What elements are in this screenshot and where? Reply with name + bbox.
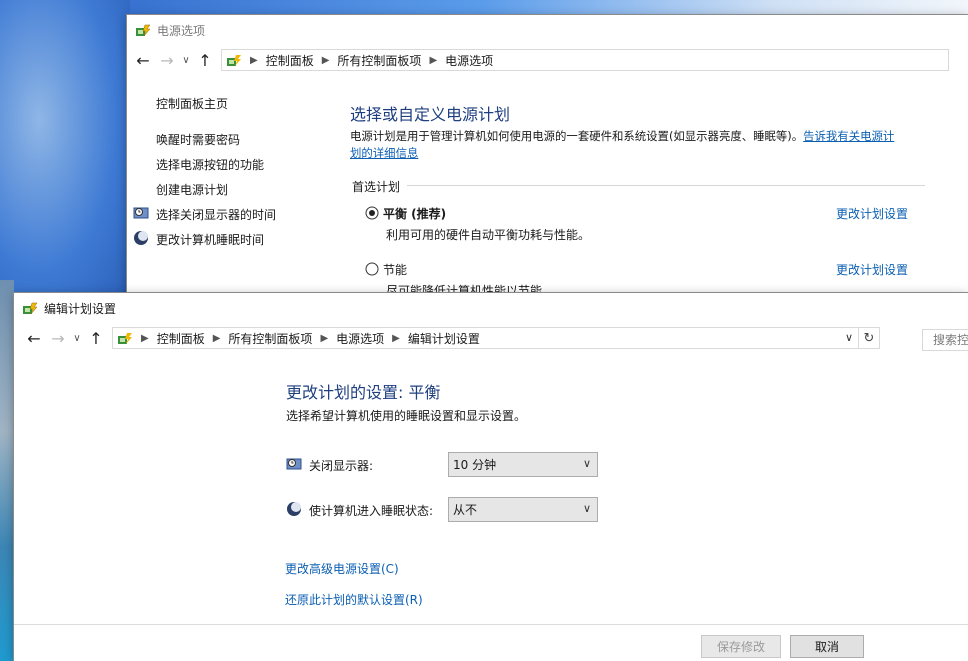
back-arrow-icon[interactable]: ← [22, 326, 46, 350]
breadcrumb-all-items[interactable]: 所有控制面板项 [337, 52, 421, 69]
breadcrumb-power-options[interactable]: 电源选项 [445, 52, 493, 69]
learn-more-link-part2[interactable]: 划的详细信息 [350, 146, 418, 160]
breadcrumb-chevron-icon: ▶ [429, 54, 438, 66]
display-settings-icon [286, 458, 302, 470]
group-title: 首选计划 [352, 180, 401, 194]
title-bar: 编辑计划设置 [14, 293, 968, 323]
power-options-icon [136, 24, 151, 37]
chevron-down-icon: ∨ [582, 502, 591, 515]
window-title: 电源选项 [157, 23, 206, 38]
sidebar-home-link[interactable]: 控制面板主页 [156, 95, 228, 112]
breadcrumb-all-items[interactable]: 所有控制面板项 [228, 330, 312, 347]
display-off-value: 10 分钟 [453, 458, 497, 472]
radio-unselected-icon[interactable] [365, 262, 379, 276]
up-arrow-icon[interactable]: ↑ [84, 326, 108, 350]
sleep-moon-icon [134, 231, 148, 245]
recent-locations-chevron-icon[interactable]: ∨ [179, 48, 193, 72]
sleep-moon-icon [287, 502, 301, 516]
description-text: 电源计划是用于管理计算机如何使用电源的一套硬件和系统设置(如显示器亮度、睡眠等)… [350, 129, 804, 143]
power-options-icon [23, 302, 38, 315]
footer-divider [14, 624, 968, 625]
breadcrumb-power-options[interactable]: 电源选项 [336, 330, 384, 347]
display-settings-icon [133, 207, 149, 219]
breadcrumb-chevron-icon: ▶ [141, 332, 149, 344]
display-off-dropdown[interactable]: 10 分钟 ∨ [448, 452, 598, 477]
plan-description: 利用可用的硬件自动平衡功耗与性能。 [386, 228, 591, 242]
nav-bar: ← → ∨ ↑ ▶ 控制面板 ▶ 所有控制面板项 ▶ 电源选项 ▶ 编辑计划设置… [14, 323, 968, 353]
breadcrumb-chevron-icon: ▶ [321, 54, 330, 66]
desktop-background-top [0, 0, 968, 16]
window-title: 编辑计划设置 [44, 301, 117, 316]
desktop-background [0, 0, 130, 300]
power-options-window: 电源选项 ← → ∨ ↑ ▶ 控制面板 ▶ 所有控制面板项 ▶ 电源选项 控制面… [127, 15, 968, 315]
breadcrumb-edit-plan[interactable]: 编辑计划设置 [408, 330, 480, 347]
sleep-label: 使计算机进入睡眠状态: [309, 504, 434, 518]
address-bar[interactable]: ▶ 控制面板 ▶ 所有控制面板项 ▶ 电源选项 [221, 49, 949, 71]
page-subtitle: 选择希望计算机使用的睡眠设置和显示设置。 [286, 409, 527, 423]
breadcrumb-control-panel[interactable]: 控制面板 [157, 330, 205, 347]
sidebar-link-power-buttons[interactable]: 选择电源按钮的功能 [156, 156, 264, 173]
desktop-background-left [0, 280, 14, 661]
advanced-settings-link[interactable]: 更改高级电源设置(C) [285, 560, 399, 577]
sleep-value: 从不 [453, 503, 478, 517]
nav-bar: ← → ∨ ↑ ▶ 控制面板 ▶ 所有控制面板项 ▶ 电源选项 [127, 45, 968, 75]
save-changes-button[interactable]: 保存修改 [701, 635, 781, 658]
breadcrumb-chevron-icon: ▶ [320, 332, 329, 344]
page-title: 选择或自定义电源计划 [350, 105, 511, 124]
recent-locations-chevron-icon[interactable]: ∨ [70, 326, 84, 350]
forward-arrow-icon[interactable]: → [46, 326, 70, 350]
edit-plan-settings-window: 编辑计划设置 ← → ∨ ↑ ▶ 控制面板 ▶ 所有控制面板项 ▶ 电源选项 ▶… [14, 293, 968, 661]
sidebar-link-display-off-time[interactable]: 选择关闭显示器的时间 [156, 206, 276, 223]
restore-defaults-link[interactable]: 还原此计划的默认设置(R) [285, 591, 423, 608]
control-panel-icon [118, 333, 132, 344]
chevron-down-icon: ∨ [582, 457, 591, 470]
breadcrumb-chevron-icon: ▶ [392, 332, 400, 344]
breadcrumb-chevron-icon: ▶ [250, 54, 258, 66]
cancel-button[interactable]: 取消 [790, 635, 864, 658]
sidebar-link-create-plan[interactable]: 创建电源计划 [156, 181, 228, 198]
change-plan-settings-link[interactable]: 更改计划设置 [836, 261, 908, 278]
breadcrumb-chevron-icon: ▶ [212, 332, 221, 344]
sidebar-link-wake-password[interactable]: 唤醒时需要密码 [156, 131, 240, 148]
refresh-icon[interactable]: ↻ [858, 328, 879, 348]
forward-arrow-icon[interactable]: → [155, 48, 179, 72]
back-arrow-icon[interactable]: ← [131, 48, 155, 72]
sleep-dropdown[interactable]: 从不 ∨ [448, 497, 598, 522]
plan-name[interactable]: 节能 [383, 261, 407, 278]
sidebar-link-sleep-time[interactable]: 更改计算机睡眠时间 [156, 231, 264, 248]
address-bar[interactable]: ▶ 控制面板 ▶ 所有控制面板项 ▶ 电源选项 ▶ 编辑计划设置 ∨ ↻ [112, 327, 880, 349]
learn-more-link-part1[interactable]: 告诉我有关电源计 [803, 129, 894, 143]
search-input[interactable]: 搜索控 [922, 329, 968, 351]
plan-name[interactable]: 平衡 (推荐) [383, 205, 446, 222]
group-divider [407, 185, 925, 186]
control-panel-icon [227, 55, 241, 66]
title-bar: 电源选项 [127, 15, 968, 45]
up-arrow-icon[interactable]: ↑ [193, 48, 217, 72]
change-plan-settings-link[interactable]: 更改计划设置 [836, 205, 908, 222]
display-off-label: 关闭显示器: [309, 459, 374, 473]
page-description: 电源计划是用于管理计算机如何使用电源的一套硬件和系统设置(如显示器亮度、睡眠等)… [350, 128, 940, 162]
address-dropdown-chevron-icon[interactable]: ∨ [845, 331, 853, 344]
breadcrumb-control-panel[interactable]: 控制面板 [266, 52, 314, 69]
radio-selected-icon[interactable] [365, 206, 379, 220]
page-title: 更改计划的设置: 平衡 [286, 383, 441, 402]
